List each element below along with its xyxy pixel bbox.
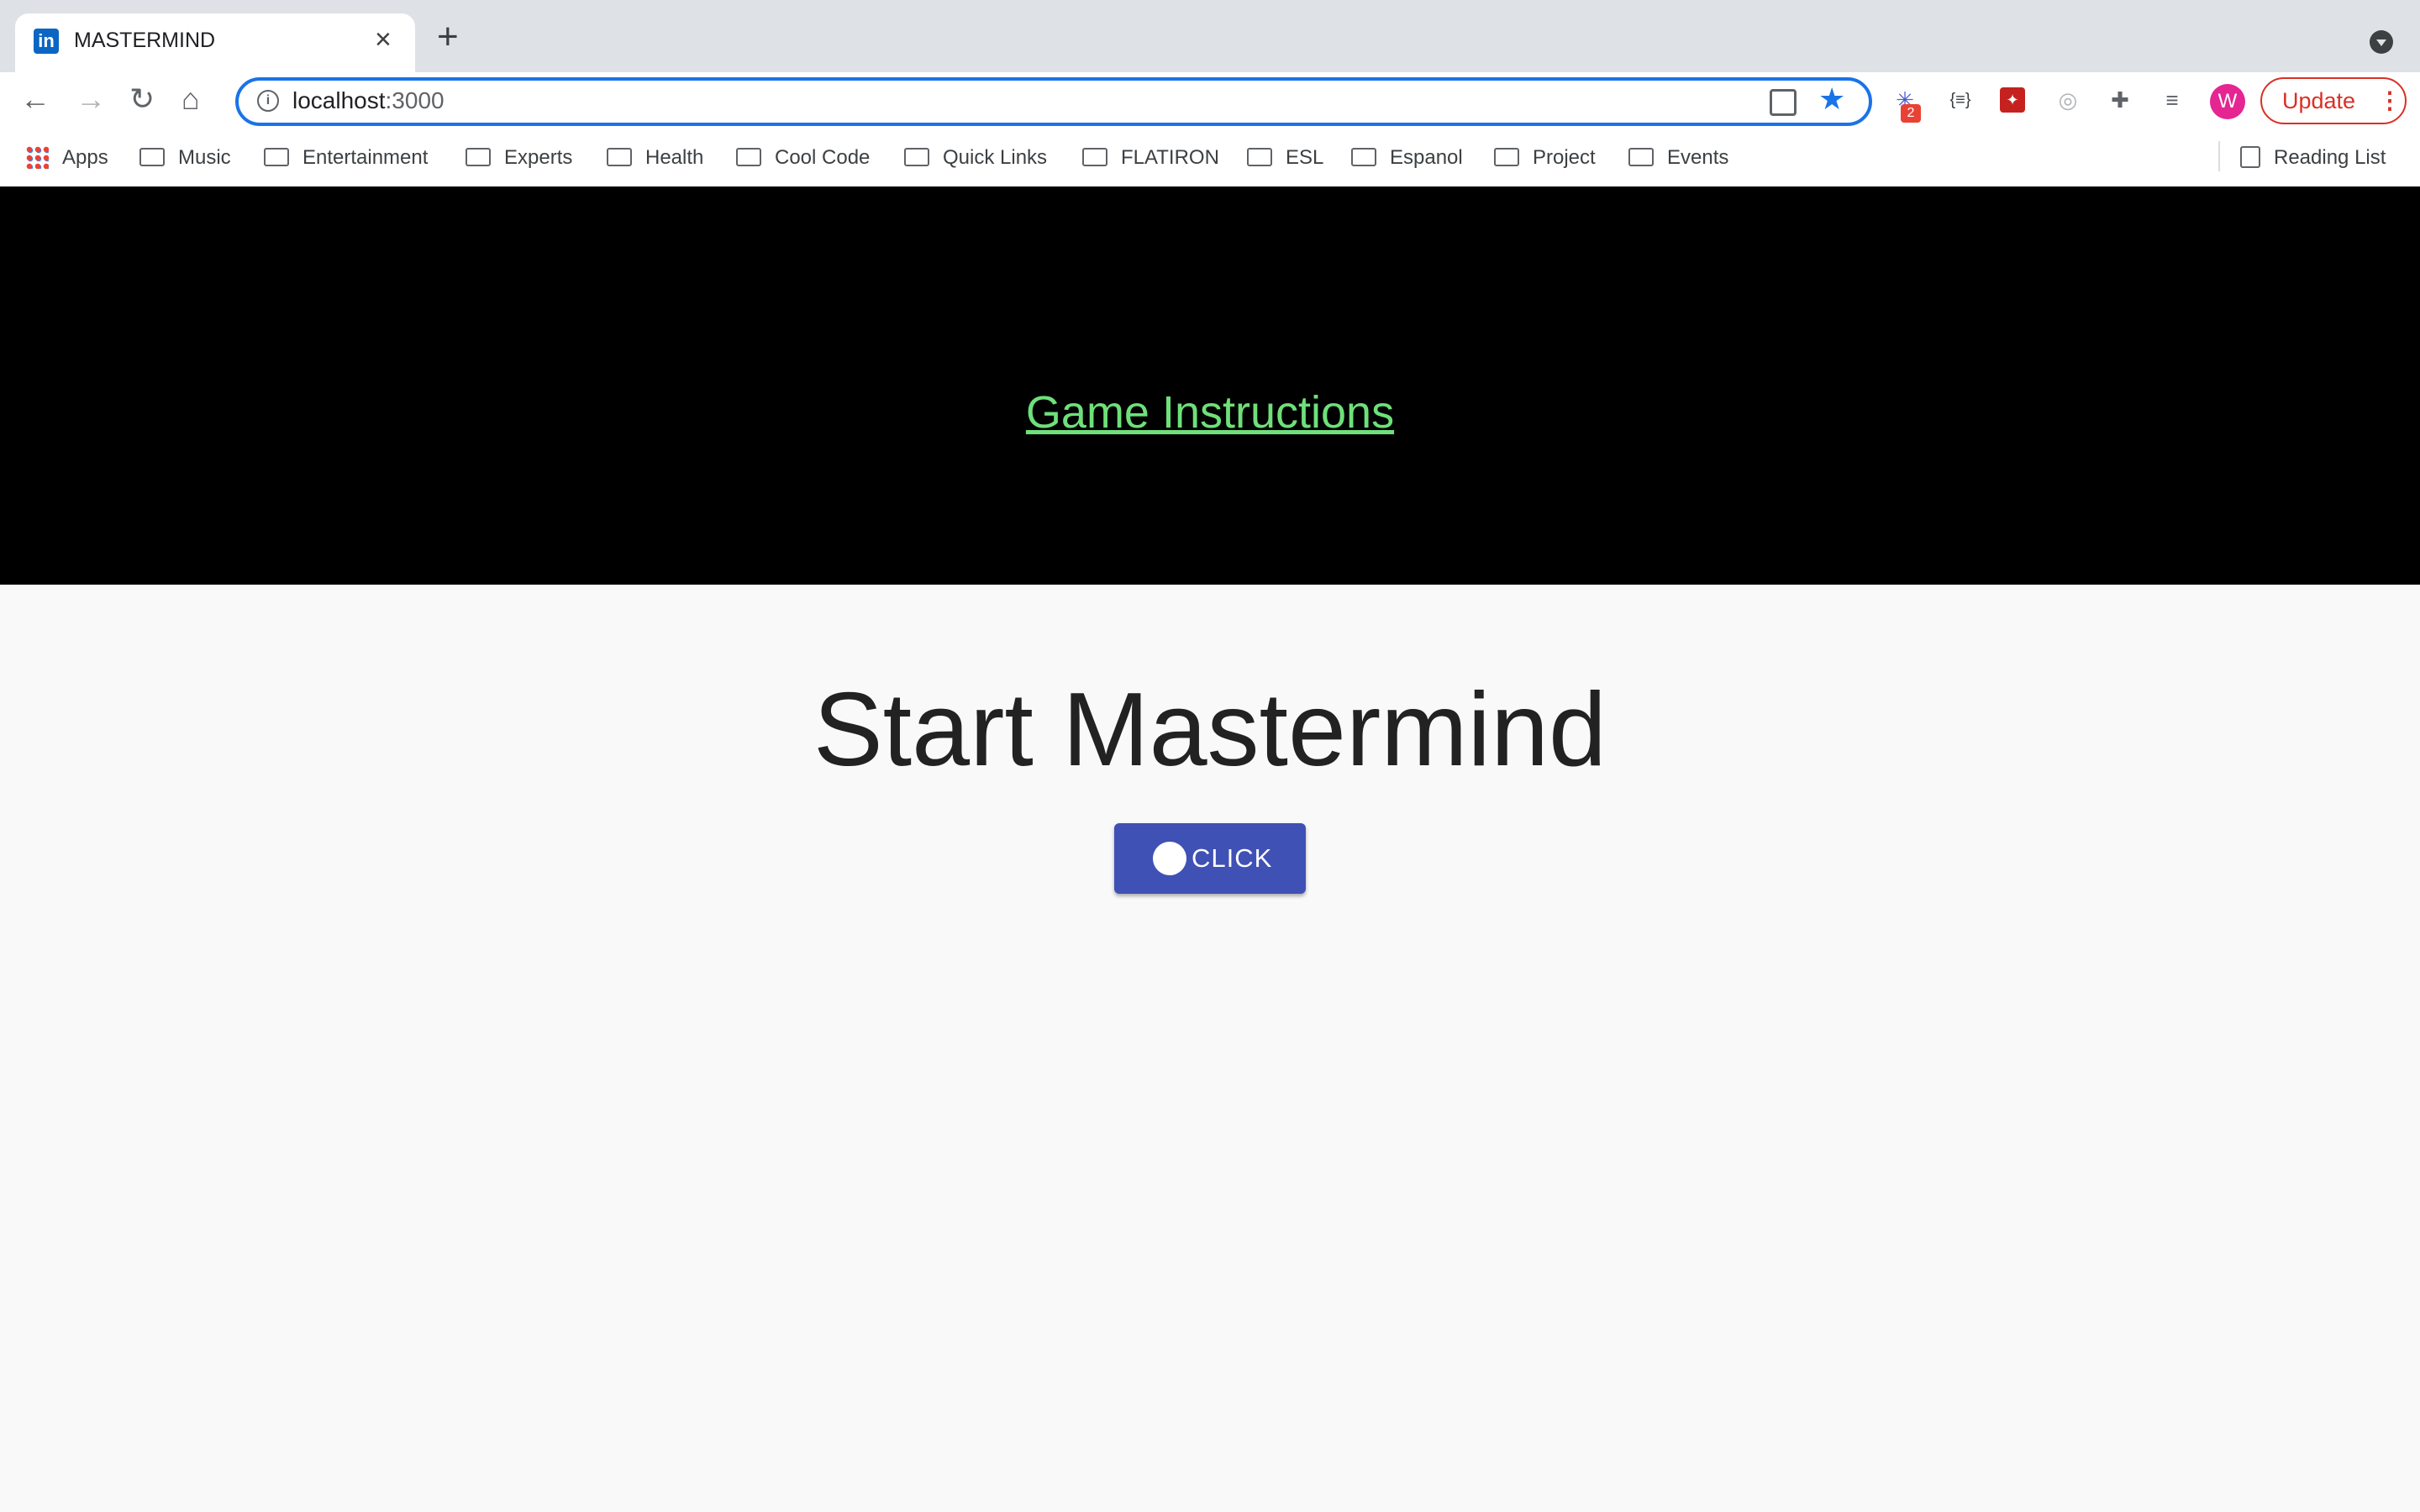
- bookmark-star-icon[interactable]: ★: [1818, 82, 1845, 116]
- bookmark-label: Music: [178, 146, 231, 169]
- bookmark-folder-project[interactable]: Project: [1494, 143, 1596, 173]
- bookmark-folder-cool-code[interactable]: Cool Code: [736, 143, 870, 173]
- bookmark-label: Apps: [62, 146, 108, 169]
- folder-icon: [1082, 147, 1107, 166]
- target-extension-icon[interactable]: ◎: [2054, 86, 2082, 114]
- bookmark-folder-flatiron[interactable]: FLATIRON: [1082, 143, 1219, 173]
- folder-icon: [466, 147, 491, 166]
- bookmark-folder-experts[interactable]: Experts: [466, 143, 572, 173]
- bookmark-label: Espanol: [1390, 146, 1463, 169]
- extensions-puzzle-icon[interactable]: ✚: [2106, 86, 2134, 114]
- back-icon[interactable]: ←: [20, 81, 50, 118]
- menu-dots-icon: ⋮: [2378, 87, 2402, 113]
- page-header: Game Instructions: [0, 186, 2420, 585]
- bookmark-folder-espanol[interactable]: Espanol: [1351, 143, 1463, 173]
- json-extension-icon[interactable]: {≡}: [1946, 86, 1975, 114]
- page-title: Start Mastermind: [813, 672, 1607, 788]
- forward-icon[interactable]: →: [76, 81, 106, 118]
- bookmark-apps[interactable]: Apps: [25, 143, 108, 173]
- apps-grid-icon: [25, 144, 49, 169]
- bookmark-label: Health: [645, 146, 704, 169]
- folder-icon: [1494, 147, 1519, 166]
- reading-list-label: Reading List: [2274, 146, 2386, 169]
- folder-icon: [139, 147, 165, 166]
- tab-title: MASTERMIND: [74, 29, 216, 52]
- bookmark-folder-entertainment[interactable]: Entertainment: [264, 143, 428, 173]
- tab-strip: in MASTERMIND × +: [0, 0, 2420, 72]
- start-click-button[interactable]: CLICK: [1114, 823, 1306, 894]
- tab-search-icon[interactable]: [2370, 30, 2393, 54]
- bookmark-folder-quick-links[interactable]: Quick Links: [904, 143, 1047, 173]
- folder-icon: [1351, 147, 1376, 166]
- update-button[interactable]: Update ⋮: [2260, 77, 2407, 124]
- bookmark-label: Cool Code: [775, 146, 871, 169]
- folder-icon: [904, 147, 929, 166]
- home-icon[interactable]: ⌂: [182, 81, 200, 118]
- reload-icon[interactable]: ↻: [129, 81, 155, 118]
- url-text[interactable]: localhost:3000: [292, 87, 445, 114]
- reading-list-icon: [2240, 145, 2260, 168]
- folder-icon: [607, 147, 632, 166]
- linkedin-favicon-icon: in: [34, 29, 59, 54]
- update-label: Update: [2282, 88, 2356, 113]
- bookmark-label: ESL: [1286, 146, 1324, 169]
- folder-icon: [736, 147, 761, 166]
- site-info-icon[interactable]: i: [257, 90, 279, 112]
- folder-icon: [264, 147, 289, 166]
- bookmarks-bar: Apps Music Entertainment Experts Health …: [0, 129, 2420, 188]
- bookmark-folder-events[interactable]: Events: [1628, 143, 1728, 173]
- click-button-label: CLICK: [1192, 843, 1273, 873]
- browser-toolbar: ← → ↻ ⌂ i localhost:3000 ★ ✳ 2 {≡} ✦ ◎ ✚…: [0, 72, 2420, 129]
- game-instructions-link[interactable]: Game Instructions: [0, 386, 2420, 438]
- red-extension-icon[interactable]: ✦: [2000, 87, 2025, 113]
- qr-code-icon[interactable]: [1770, 89, 1797, 116]
- bookmark-label: Project: [1533, 146, 1596, 169]
- circle-icon: [1153, 842, 1186, 875]
- extension-badge: 2: [1901, 104, 1921, 123]
- bookmark-folder-health[interactable]: Health: [607, 143, 703, 173]
- bookmark-label: FLATIRON: [1121, 146, 1219, 169]
- profile-avatar[interactable]: W: [2210, 84, 2245, 119]
- bookmark-label: Quick Links: [943, 146, 1048, 169]
- bookmark-folder-esl[interactable]: ESL: [1247, 143, 1323, 173]
- bookmark-folder-music[interactable]: Music: [139, 143, 231, 173]
- folder-icon: [1628, 147, 1654, 166]
- bookmark-label: Entertainment: [302, 146, 429, 169]
- new-tab-icon[interactable]: +: [437, 18, 459, 55]
- address-bar[interactable]: i localhost:3000 ★: [235, 77, 1872, 126]
- bookmark-label: Experts: [504, 146, 573, 169]
- folder-icon: [1247, 147, 1272, 166]
- close-tab-icon[interactable]: ×: [375, 25, 392, 54]
- bookmarks-separator: [2218, 141, 2220, 171]
- media-control-icon[interactable]: ≡: [2158, 86, 2186, 114]
- reading-list[interactable]: Reading List: [2240, 143, 2386, 173]
- browser-tab[interactable]: in MASTERMIND ×: [15, 13, 415, 72]
- bookmark-label: Events: [1667, 146, 1729, 169]
